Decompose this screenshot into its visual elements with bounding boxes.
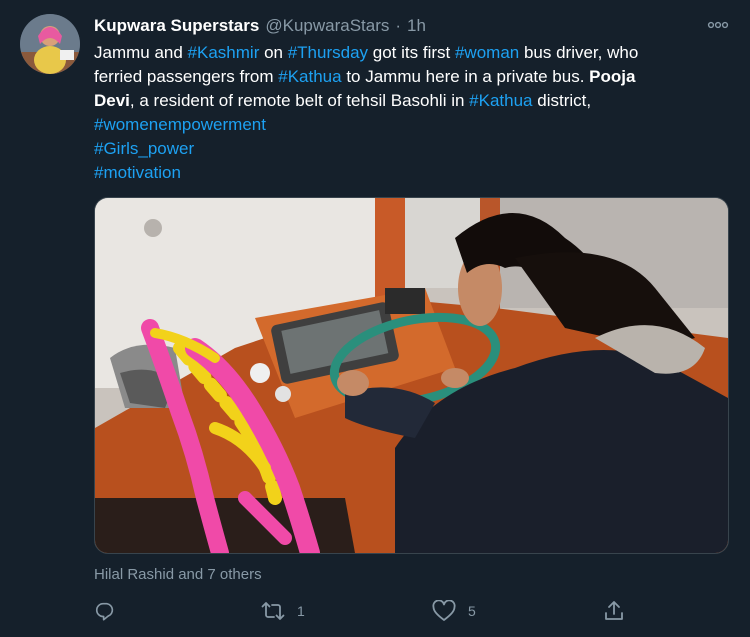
hashtag-girls-power[interactable]: #Girls_power: [94, 137, 730, 161]
reply-button[interactable]: [94, 598, 128, 624]
tweet-header: Kupwara Superstars @KupwaraStars · 1h: [94, 15, 426, 37]
text-fragment: ferried passengers from: [94, 67, 279, 86]
text-fragment: got its first: [368, 43, 455, 62]
text-line-1: Jammu and #Kashmir on #Thursday got its …: [94, 41, 730, 65]
liked-by-text[interactable]: Hilal Rashid and 7 others: [94, 566, 262, 583]
tweet-actions: 1 5: [94, 598, 634, 624]
text-fragment: on: [259, 43, 288, 62]
hashtag-thursday[interactable]: #Thursday: [288, 43, 368, 62]
author-handle[interactable]: @KupwaraStars: [265, 16, 389, 36]
retweet-button[interactable]: 1: [261, 598, 305, 624]
tweet-text: Jammu and #Kashmir on #Thursday got its …: [94, 41, 730, 185]
avatar[interactable]: [20, 14, 80, 74]
text-fragment: Jammu and: [94, 43, 188, 62]
text-fragment: bus driver, who: [519, 43, 639, 62]
share-button[interactable]: [603, 598, 637, 624]
like-count: 5: [468, 603, 476, 619]
text-line-2: ferried passengers from #Kathua to Jammu…: [94, 65, 730, 89]
hashtag-kashmir[interactable]: #Kashmir: [188, 43, 260, 62]
bold-text: Devi: [94, 91, 130, 110]
tweet-time[interactable]: 1h: [407, 16, 426, 36]
text-fragment: , a resident of remote belt of tehsil Ba…: [129, 91, 470, 110]
share-icon: [605, 601, 623, 620]
retweet-icon: [261, 602, 285, 620]
retweet-count: 1: [297, 603, 305, 619]
bold-text: Pooja: [589, 67, 636, 86]
more-options-icon[interactable]: [706, 16, 730, 34]
hashtag-kathua-2[interactable]: #Kathua: [469, 91, 532, 110]
hashtag-womenempowerment[interactable]: #womenempowerment: [94, 113, 730, 137]
text-fragment: district,: [532, 91, 592, 110]
author-name[interactable]: Kupwara Superstars: [94, 16, 259, 36]
tweet-photo[interactable]: [94, 197, 729, 554]
reply-icon: [95, 602, 114, 621]
hashtag-kathua[interactable]: #Kathua: [278, 67, 341, 86]
separator-dot: ·: [395, 16, 402, 35]
text-line-3: Devi, a resident of remote belt of tehsi…: [94, 89, 730, 113]
tweet[interactable]: Kupwara Superstars @KupwaraStars · 1h Ja…: [0, 0, 750, 637]
hashtag-motivation[interactable]: #motivation: [94, 161, 730, 185]
text-fragment: to Jammu here in a private bus.: [341, 67, 590, 86]
heart-icon: [432, 600, 456, 621]
hashtag-woman[interactable]: #woman: [455, 43, 519, 62]
like-button[interactable]: 5: [432, 598, 476, 624]
